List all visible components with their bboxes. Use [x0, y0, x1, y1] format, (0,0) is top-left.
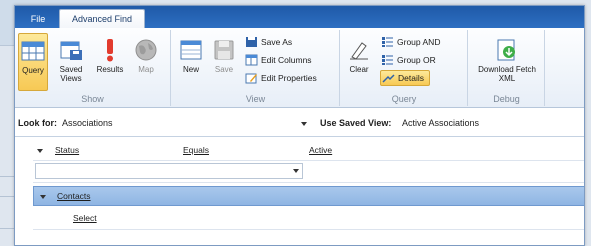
condition-operator[interactable]: Equals: [183, 145, 209, 155]
tab-advanced-find[interactable]: Advanced Find: [59, 9, 145, 28]
details-icon: [382, 73, 395, 85]
related-entity-label[interactable]: Contacts: [57, 191, 91, 201]
results-button[interactable]: Results: [93, 33, 127, 91]
grid-divider: [33, 229, 584, 230]
group-and-button[interactable]: Group AND: [380, 34, 440, 50]
field-select-input[interactable]: [35, 163, 303, 179]
group-or-icon: [381, 54, 394, 66]
save-disk-icon: [211, 37, 237, 63]
save-label: Save: [214, 65, 234, 74]
ribbon-group-view: New Save Save As Edit Columns Edit Prope…: [172, 30, 340, 106]
group-label-view: View: [245, 94, 266, 104]
look-for-value: Associations: [62, 118, 113, 128]
related-entity-row[interactable]: Contacts: [33, 186, 584, 206]
map-label: Map: [138, 65, 154, 74]
group-label-query: Query: [391, 94, 417, 104]
query-grid: Status Equals Active Contacts Select: [15, 137, 584, 245]
clear-label: Clear: [349, 65, 369, 74]
query-grid-icon: [20, 38, 46, 64]
chevron-down-icon[interactable]: [40, 195, 46, 199]
new-button[interactable]: New: [176, 33, 206, 91]
save-as-icon: [245, 36, 258, 48]
exclamation-icon: [97, 37, 123, 63]
select-field-link[interactable]: Select: [73, 213, 97, 223]
group-label-show: Show: [81, 94, 104, 104]
save-as-label: Save As: [261, 37, 293, 47]
group-and-label: Group AND: [397, 37, 441, 47]
ribbon-tab-bar: File Advanced Find: [15, 6, 584, 28]
details-label: Details: [398, 73, 424, 83]
ribbon-group-query: Clear Group AND Group OR Details Query: [341, 30, 468, 106]
save-button[interactable]: Save: [210, 33, 238, 91]
save-as-button[interactable]: Save As: [244, 34, 292, 50]
globe-icon: [133, 37, 159, 63]
condition-value[interactable]: Active: [309, 145, 332, 155]
download-xml-icon: [494, 37, 520, 63]
saved-views-icon: [58, 37, 84, 63]
results-label: Results: [96, 65, 124, 74]
look-for-select[interactable]: Associations: [59, 114, 311, 131]
look-for-bar: Look for: Associations Use Saved View: A…: [15, 109, 584, 137]
map-button[interactable]: Map: [131, 33, 161, 91]
group-label-debug: Debug: [493, 94, 520, 104]
new-view-icon: [178, 37, 204, 63]
look-for-label: Look for:: [18, 118, 57, 128]
edit-columns-label: Edit Columns: [261, 55, 312, 65]
edit-properties-icon: [245, 72, 258, 84]
ribbon-group-debug: Download Fetch XML Debug: [469, 30, 545, 106]
condition-row[interactable]: Status Equals Active: [33, 143, 584, 159]
download-fetch-xml-button[interactable]: Download Fetch XML: [473, 33, 541, 91]
ribbon: Query Saved Views Results Map Show New S…: [15, 28, 584, 108]
saved-view-value: Active Associations: [402, 118, 480, 128]
clear-button[interactable]: Clear: [344, 33, 374, 91]
condition-field[interactable]: Status: [55, 145, 79, 155]
saved-views-label: Saved Views: [59, 65, 83, 83]
eraser-icon: [346, 37, 372, 63]
new-label: New: [182, 65, 199, 74]
group-or-button[interactable]: Group OR: [380, 52, 436, 68]
tab-file[interactable]: File: [19, 11, 57, 27]
saved-views-button[interactable]: Saved Views: [53, 33, 89, 91]
grid-divider: [33, 182, 584, 183]
chevron-down-icon: [293, 169, 299, 173]
advanced-find-window: File Advanced Find Query Saved Views Res…: [14, 5, 585, 246]
saved-view-select[interactable]: Active Associations: [399, 114, 579, 131]
group-or-label: Group OR: [397, 55, 436, 65]
details-button[interactable]: Details: [380, 70, 430, 86]
download-fetch-xml-label: Download Fetch XML: [478, 65, 536, 83]
query-button[interactable]: Query: [18, 33, 48, 91]
edit-columns-icon: [245, 54, 258, 66]
edit-properties-button[interactable]: Edit Properties: [244, 70, 317, 86]
chevron-down-icon: [301, 122, 307, 126]
grid-divider: [33, 160, 584, 161]
group-and-icon: [381, 36, 394, 48]
query-button-label: Query: [22, 66, 44, 75]
saved-view-label: Use Saved View:: [320, 118, 392, 128]
edit-columns-button[interactable]: Edit Columns: [244, 52, 312, 68]
edit-properties-label: Edit Properties: [261, 73, 317, 83]
ribbon-group-show: Query Saved Views Results Map Show: [15, 30, 171, 106]
chevron-down-icon[interactable]: [37, 149, 43, 153]
